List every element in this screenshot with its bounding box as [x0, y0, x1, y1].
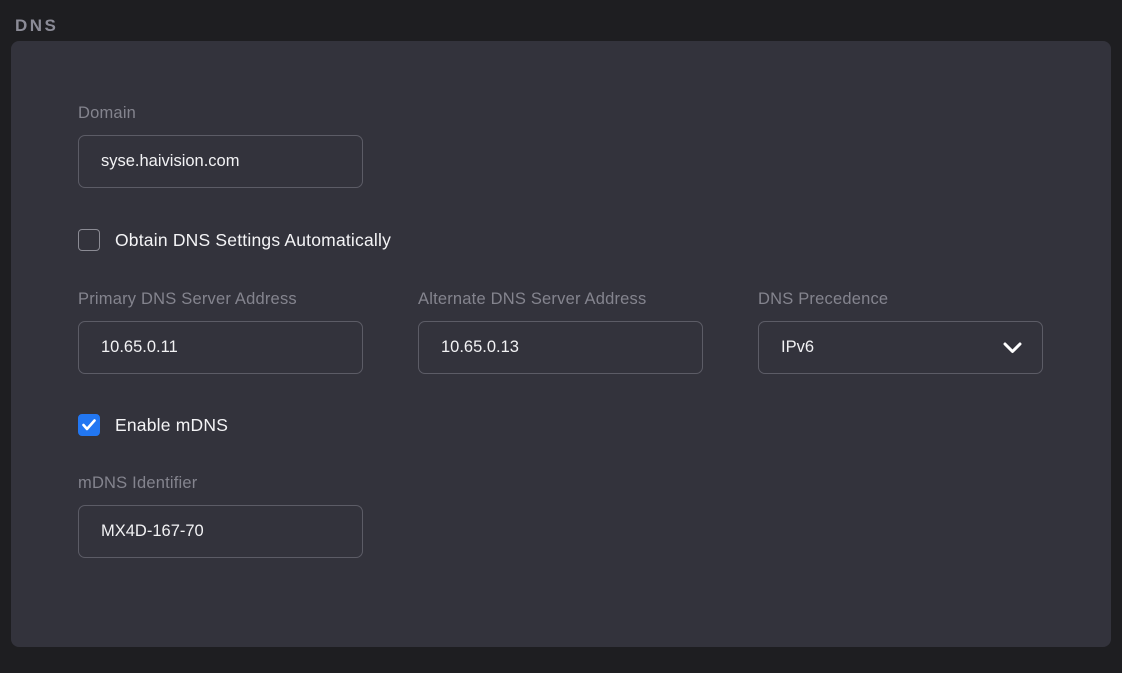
dns-settings-card: Domain Obtain DNS Settings Automatically…: [11, 41, 1111, 647]
alternate-dns-input[interactable]: [418, 321, 703, 374]
dns-precedence-select[interactable]: IPv6: [758, 321, 1043, 374]
primary-dns-label: Primary DNS Server Address: [78, 289, 363, 310]
page-title: DNS: [15, 16, 58, 35]
obtain-dns-label: Obtain DNS Settings Automatically: [115, 230, 391, 251]
check-icon: [82, 419, 96, 431]
enable-mdns-checkbox[interactable]: [78, 414, 100, 436]
enable-mdns-label: Enable mDNS: [115, 415, 228, 436]
primary-dns-input[interactable]: [78, 321, 363, 374]
alternate-dns-field-group: Alternate DNS Server Address: [418, 289, 703, 374]
obtain-dns-checkbox-row[interactable]: Obtain DNS Settings Automatically: [78, 229, 1044, 251]
domain-field-group: Domain: [78, 103, 1044, 188]
chevron-down-icon: [1003, 342, 1022, 354]
domain-label: Domain: [78, 103, 1044, 124]
mdns-identifier-field-group: mDNS Identifier: [78, 473, 1044, 558]
alternate-dns-label: Alternate DNS Server Address: [418, 289, 703, 310]
mdns-identifier-input[interactable]: [78, 505, 363, 558]
dns-precedence-label: DNS Precedence: [758, 289, 1043, 310]
enable-mdns-checkbox-row[interactable]: Enable mDNS: [78, 414, 1044, 436]
domain-input[interactable]: [78, 135, 363, 188]
section-header: DNS: [0, 0, 1122, 41]
dns-precedence-field-group: DNS Precedence IPv6: [758, 289, 1043, 374]
primary-dns-field-group: Primary DNS Server Address: [78, 289, 363, 374]
mdns-identifier-label: mDNS Identifier: [78, 473, 1044, 494]
obtain-dns-checkbox[interactable]: [78, 229, 100, 251]
dns-server-row: Primary DNS Server Address Alternate DNS…: [78, 289, 1044, 374]
dns-precedence-value: IPv6: [781, 338, 814, 357]
